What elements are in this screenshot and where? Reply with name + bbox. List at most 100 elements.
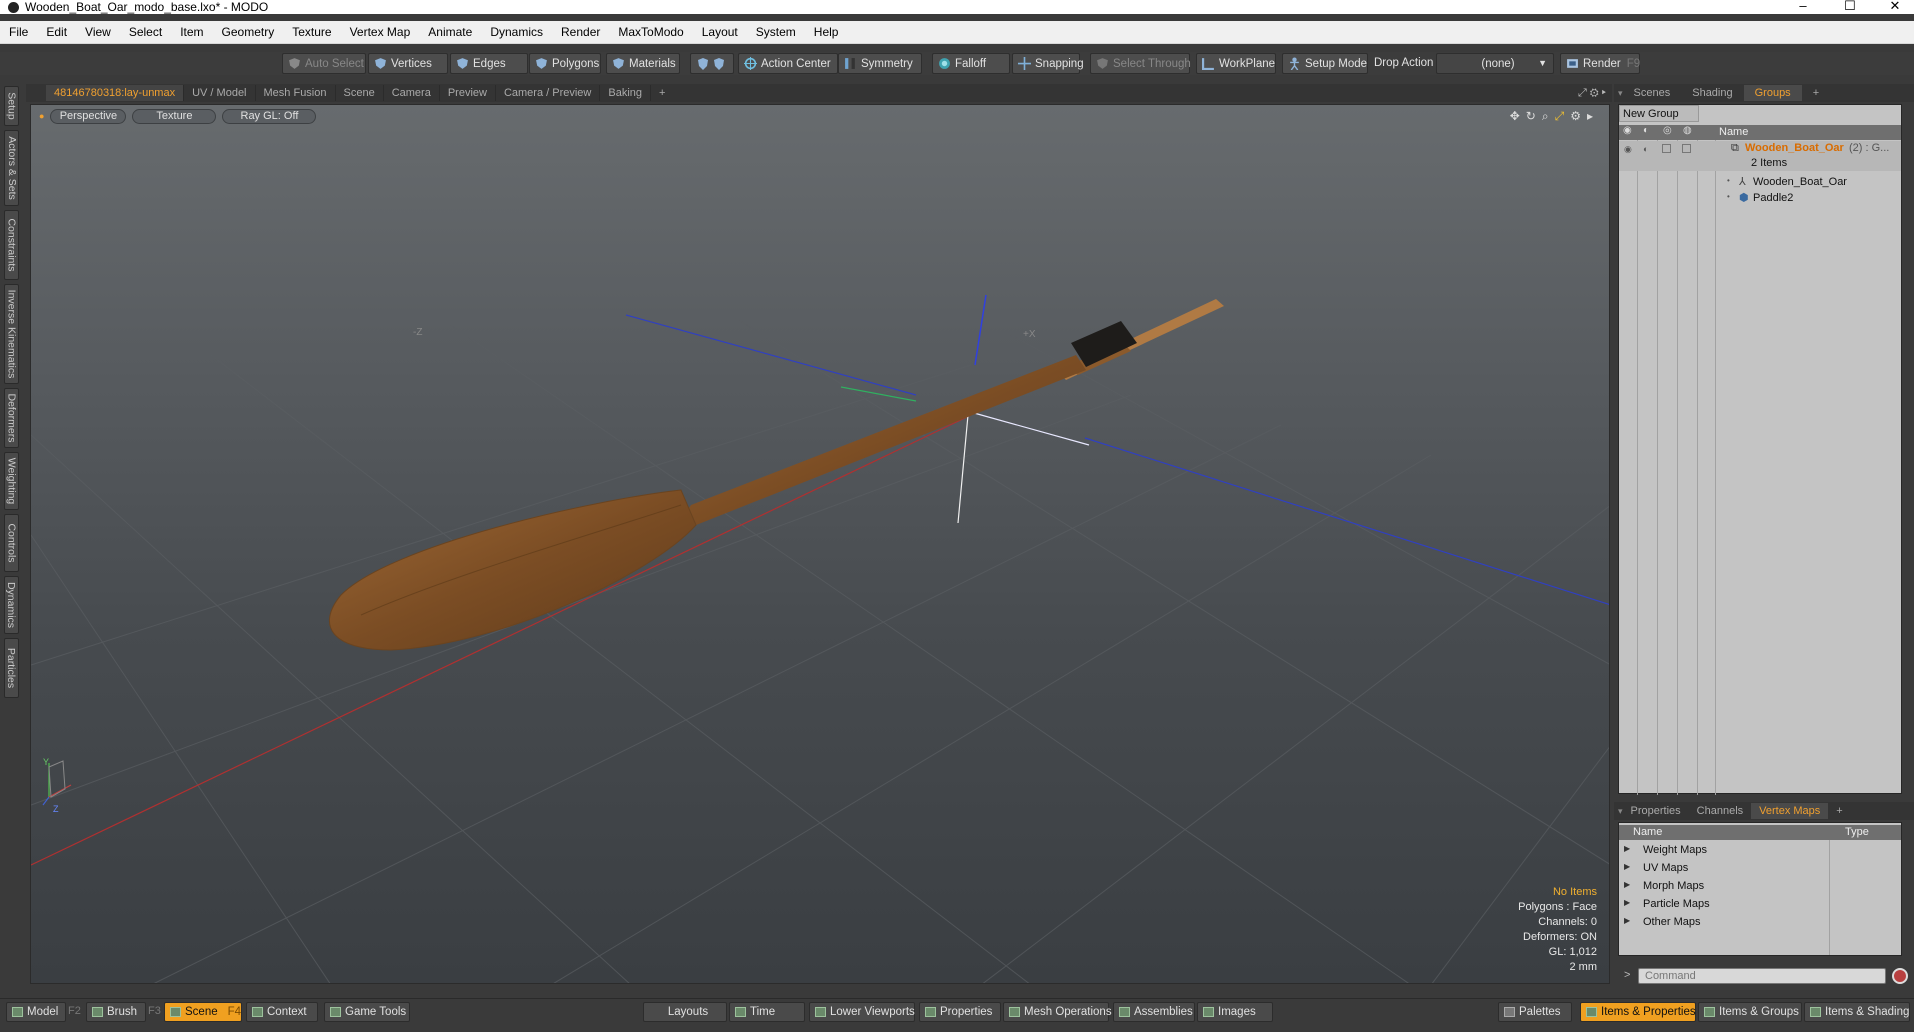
tab-scenes[interactable]: Scenes [1623, 85, 1682, 101]
palettes-button[interactable]: Palettes [1498, 1002, 1572, 1022]
render-button[interactable]: Render F9 [1560, 53, 1640, 74]
scene-layout-button[interactable]: Scene F4 [164, 1002, 242, 1022]
items-groups-button[interactable]: Items & Groups [1698, 1002, 1802, 1022]
pan-icon[interactable]: ✥ [1510, 109, 1520, 124]
command-input[interactable]: Command [1638, 968, 1886, 984]
menu-help[interactable]: Help [805, 25, 848, 39]
tab-particles[interactable]: Particles [4, 638, 19, 698]
model-layout-button[interactable]: Model [6, 1002, 66, 1022]
group-child-row[interactable]: • ⅄ Wooden_Boat_Oar [1619, 175, 1901, 190]
polygons-button[interactable]: Polygons [529, 53, 601, 74]
lower-viewports-button[interactable]: Lower Viewports [809, 1002, 915, 1022]
expand-icon[interactable]: ▶ [1624, 916, 1630, 925]
menu-layout[interactable]: Layout [693, 25, 747, 39]
vertex-map-row[interactable]: ▶ Weight Maps [1619, 843, 1829, 859]
oar-model[interactable] [329, 299, 1224, 651]
menu-select[interactable]: Select [120, 25, 171, 39]
setup-mode-button[interactable]: Setup Mode [1282, 53, 1368, 74]
falloff-button[interactable]: Falloff [932, 53, 1010, 74]
render-icon[interactable]: ◐ [1643, 144, 1648, 154]
tab-camera[interactable]: Camera [384, 85, 440, 101]
add-tab-button[interactable]: + [651, 85, 673, 101]
raygl-dropdown[interactable]: Ray GL: Off [222, 109, 317, 124]
menu-geometry[interactable]: Geometry [213, 25, 284, 39]
snapping-button[interactable]: Snapping [1012, 53, 1084, 74]
select-through-button[interactable]: Select Through [1090, 53, 1191, 74]
items-shading-button[interactable]: Items & Shading [1804, 1002, 1910, 1022]
game-tools-layout-button[interactable]: Game Tools [324, 1002, 410, 1022]
select-mode-icons[interactable] [690, 53, 734, 74]
symmetry-button[interactable]: Symmetry [838, 53, 922, 74]
menu-vertex-map[interactable]: Vertex Map [341, 25, 420, 39]
tab-baking[interactable]: Baking [600, 85, 652, 101]
materials-button[interactable]: Materials [606, 53, 680, 74]
minimize-button[interactable]: – [1780, 0, 1826, 13]
time-button[interactable]: Time [729, 1002, 805, 1022]
expand-icon[interactable]: ▶ [1624, 880, 1630, 889]
lock-checkbox[interactable] [1662, 144, 1671, 153]
tab-setup[interactable]: Setup [4, 86, 19, 126]
tab-shading[interactable]: Shading [1681, 85, 1743, 101]
vertex-map-row[interactable]: ▶ Particle Maps [1619, 897, 1829, 913]
maximize-button[interactable]: ☐ [1827, 0, 1873, 14]
tab-preview[interactable]: Preview [440, 85, 496, 101]
viewport-options-icon[interactable]: ⤢ ⚙ ▸ [1578, 87, 1606, 100]
viewport-menu-icon[interactable]: ● [39, 109, 44, 125]
vertex-map-row[interactable]: ▶ Morph Maps [1619, 879, 1829, 895]
vertex-map-row[interactable]: ▶ UV Maps [1619, 861, 1829, 877]
menu-animate[interactable]: Animate [419, 25, 481, 39]
menu-texture[interactable]: Texture [283, 25, 340, 39]
3d-viewport[interactable]: -Z +X Y Z ● Perspective Texture Ray GL: … [30, 104, 1610, 984]
tab-weighting[interactable]: Weighting [4, 452, 19, 510]
select-toggle-icon[interactable]: ◍ [1683, 125, 1692, 136]
tab-actors-sets[interactable]: Actors & Sets [4, 130, 19, 206]
vertex-map-row[interactable]: ▶ Other Maps [1619, 915, 1829, 931]
tab-deformers[interactable]: Deformers [4, 388, 19, 448]
add-lower-tab-button[interactable]: + [1828, 803, 1850, 819]
menu-item[interactable]: Item [171, 25, 212, 39]
perspective-dropdown[interactable]: Perspective [50, 109, 127, 124]
visibility-icon[interactable]: ◉ [1624, 144, 1632, 155]
drop-action-select[interactable]: (none) ▼ [1436, 53, 1554, 74]
select-checkbox[interactable] [1682, 144, 1691, 153]
fit-icon[interactable]: ⤢ [1555, 109, 1565, 124]
tab-scene[interactable]: Scene [336, 85, 384, 101]
tab-groups[interactable]: Groups [1743, 85, 1802, 101]
tab-uv-model[interactable]: UV / Model [184, 85, 256, 101]
tab-controls[interactable]: Controls [4, 514, 19, 572]
images-button[interactable]: Images [1197, 1002, 1273, 1022]
eye-icon[interactable]: ◉ [1623, 125, 1632, 136]
menu-file[interactable]: File [0, 25, 37, 39]
expand-icon[interactable]: ▶ [1624, 844, 1630, 853]
tab-vertex-maps[interactable]: Vertex Maps [1751, 803, 1829, 819]
menu-dynamics[interactable]: Dynamics [481, 25, 552, 39]
assemblies-button[interactable]: Assemblies [1113, 1002, 1195, 1022]
settings-icon[interactable]: ⚙ [1570, 109, 1581, 124]
add-right-tab-button[interactable]: + [1802, 85, 1830, 101]
expand-icon[interactable]: ▶ [1624, 898, 1630, 907]
layouts-button[interactable]: Layouts [643, 1002, 727, 1022]
tab-lay-unmax[interactable]: 48146780318:lay-unmax [46, 85, 185, 101]
rotate-icon[interactable]: ↻ [1526, 109, 1536, 124]
expand-icon[interactable]: ▶ [1624, 862, 1630, 871]
tab-constraints[interactable]: Constraints [4, 210, 19, 280]
render-toggle-icon[interactable]: ◐ [1643, 125, 1649, 136]
auto-select-button[interactable]: Auto Select [282, 53, 366, 74]
menu-system[interactable]: System [747, 25, 805, 39]
menu-edit[interactable]: Edit [37, 25, 76, 39]
menu-maxtomodo[interactable]: MaxToModo [609, 25, 692, 39]
lock-icon[interactable]: ◎ [1663, 125, 1672, 136]
menu-render[interactable]: Render [552, 25, 609, 39]
edges-button[interactable]: Edges [450, 53, 528, 74]
tab-properties[interactable]: Properties [1623, 803, 1689, 819]
mesh-operations-button[interactable]: Mesh Operations [1003, 1002, 1112, 1022]
context-layout-button[interactable]: Context [246, 1002, 318, 1022]
workplane-button[interactable]: WorkPlane [1196, 53, 1276, 74]
record-icon[interactable] [1892, 968, 1908, 984]
tab-inverse-kinematics[interactable]: Inverse Kinematics [4, 284, 19, 384]
vertices-button[interactable]: Vertices [368, 53, 448, 74]
close-button[interactable]: ✕ [1872, 0, 1914, 14]
items-properties-button[interactable]: Items & Properties [1580, 1002, 1696, 1022]
chevron-right-icon[interactable]: ▸ [1587, 109, 1593, 124]
action-center-button[interactable]: Action Center [738, 53, 838, 74]
